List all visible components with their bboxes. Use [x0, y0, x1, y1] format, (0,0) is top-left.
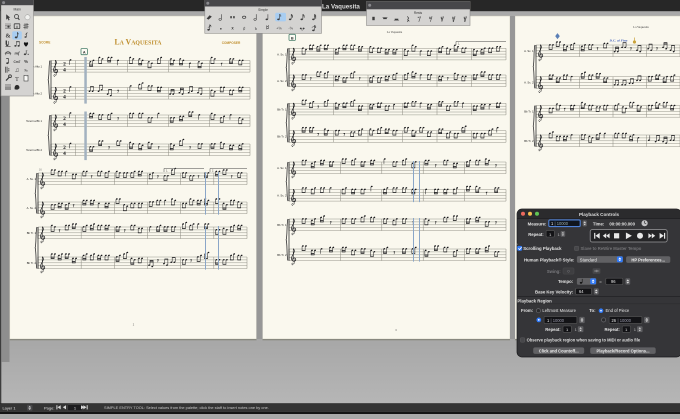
svg-text:.: . — [27, 47, 28, 52]
svg-text:-⅚: -⅚ — [288, 26, 293, 30]
svg-text:SIMPLE ENTRY TOOL: Select valu: SIMPLE ENTRY TOOL: Select values from th… — [104, 405, 269, 410]
svg-text:4: 4 — [63, 122, 66, 128]
svg-text:Rests: Rests — [414, 11, 423, 15]
svg-text:Playback/Record Options...: Playback/Record Options... — [596, 349, 649, 354]
svg-text:A. Sx. 1: A. Sx. 1 — [277, 52, 287, 56]
svg-text:Tempo:: Tempo: — [558, 279, 574, 284]
svg-text:A. Sx. 1: A. Sx. 1 — [27, 177, 37, 181]
svg-text:Standard: Standard — [580, 257, 598, 262]
svg-text:1.: 1. — [458, 43, 460, 46]
svg-text:| 10000: | 10000 — [618, 318, 632, 323]
svg-text:96: 96 — [611, 279, 616, 284]
svg-text:Bb Tr. 1: Bb Tr. 1 — [524, 110, 534, 114]
svg-text:| 10000: | 10000 — [555, 221, 569, 226]
svg-text:Slave to ReWire Master Tempo: Slave to ReWire Master Tempo — [581, 246, 642, 251]
svg-text:Bb Tr. 2: Bb Tr. 2 — [277, 135, 287, 139]
svg-text:A. Sx. 2: A. Sx. 2 — [27, 206, 37, 210]
svg-text:| 10000: | 10000 — [551, 318, 565, 323]
svg-text:♫: ♫ — [15, 67, 20, 74]
svg-text:Bb Tr. 2: Bb Tr. 2 — [524, 139, 534, 143]
svg-text:Playback Region: Playback Region — [517, 298, 552, 303]
svg-text:Main: Main — [14, 7, 21, 11]
svg-text:mf: mf — [14, 51, 20, 56]
svg-text:To:: To: — [589, 308, 596, 313]
svg-text:Tenori a Bb 2: Tenori a Bb 2 — [26, 148, 42, 152]
svg-text:Layer 1: Layer 1 — [3, 406, 16, 411]
svg-text:La Vaquesita: La Vaquesita — [387, 30, 403, 34]
svg-text:Repeat:: Repeat: — [528, 232, 543, 237]
svg-text:‰: ‰ — [24, 69, 28, 73]
svg-text:Swing:: Swing: — [547, 269, 561, 274]
svg-text:Playback Controls: Playback Controls — [579, 212, 620, 217]
svg-text:00:00:00.000: 00:00:00.000 — [609, 221, 635, 226]
svg-text:Bb Tr. 2: Bb Tr. 2 — [277, 253, 287, 257]
svg-text:Repeat:: Repeat: — [604, 327, 619, 332]
svg-text:4: 4 — [63, 94, 66, 100]
svg-text:Bb Tr. 1: Bb Tr. 1 — [277, 107, 287, 111]
svg-text:T: T — [15, 76, 19, 83]
svg-text:A. Sx. 1: A. Sx. 1 — [277, 166, 287, 170]
svg-text:26: 26 — [612, 318, 617, 323]
svg-text:1.: 1. — [166, 170, 168, 173]
svg-text:Human Playback® Style:: Human Playback® Style: — [524, 257, 575, 262]
svg-text:A. Sx. 2: A. Sx. 2 — [277, 194, 287, 198]
svg-text:Base Key Velocity:: Base Key Velocity: — [535, 289, 574, 294]
svg-text:64: 64 — [579, 289, 584, 294]
svg-text:Repeat:: Repeat: — [545, 327, 560, 332]
svg-text:&: & — [6, 34, 11, 40]
svg-text:Leftmost Measure: Leftmost Measure — [542, 308, 576, 313]
svg-text:4: 4 — [63, 67, 66, 73]
svg-text:End of Piece: End of Piece — [606, 308, 630, 313]
svg-text:HP Preferences...: HP Preferences... — [631, 257, 665, 262]
svg-text:La Vaquesita: La Vaquesita — [322, 3, 360, 10]
svg-text:D.C. al Fine: D.C. al Fine — [609, 39, 628, 43]
svg-text:A: A — [83, 50, 86, 54]
svg-text:Click and Countoff...: Click and Countoff... — [539, 349, 579, 354]
svg-text:+⅚: +⅚ — [276, 26, 282, 30]
svg-text:Page:: Page: — [44, 406, 54, 411]
svg-text:A. Sx. 2: A. Sx. 2 — [524, 81, 534, 85]
svg-text:Cm7: Cm7 — [14, 60, 21, 64]
svg-text:Scrolling Playback: Scrolling Playback — [523, 246, 562, 251]
svg-text:Time:: Time: — [593, 221, 605, 226]
svg-text:Simple: Simple — [258, 8, 268, 12]
svg-text:2.: 2. — [212, 170, 214, 173]
svg-text:Bb Tr. 1: Bb Tr. 1 — [277, 223, 287, 227]
svg-text:Bb Tr. 2: Bb Tr. 2 — [27, 261, 37, 265]
svg-text:La Vaquesita: La Vaquesita — [633, 25, 649, 29]
svg-text:Observe playback region when s: Observe playback region when saving to M… — [527, 338, 641, 343]
svg-text:%: % — [24, 59, 28, 64]
svg-text:Measure:: Measure: — [528, 221, 547, 226]
svg-text:4: 4 — [63, 151, 66, 157]
svg-text:A. Sx. 1: A. Sx. 1 — [524, 49, 534, 53]
svg-text:SCORE: SCORE — [39, 41, 50, 45]
svg-text:Bb Tr. 1: Bb Tr. 1 — [27, 231, 37, 235]
svg-text:A. Sx. 2: A. Sx. 2 — [277, 79, 287, 83]
svg-text:B: B — [291, 36, 294, 40]
svg-text:Tenori a Bb 1: Tenori a Bb 1 — [26, 119, 42, 123]
svg-text:From:: From: — [521, 308, 534, 313]
svg-text:COMPOSER: COMPOSER — [222, 41, 241, 45]
